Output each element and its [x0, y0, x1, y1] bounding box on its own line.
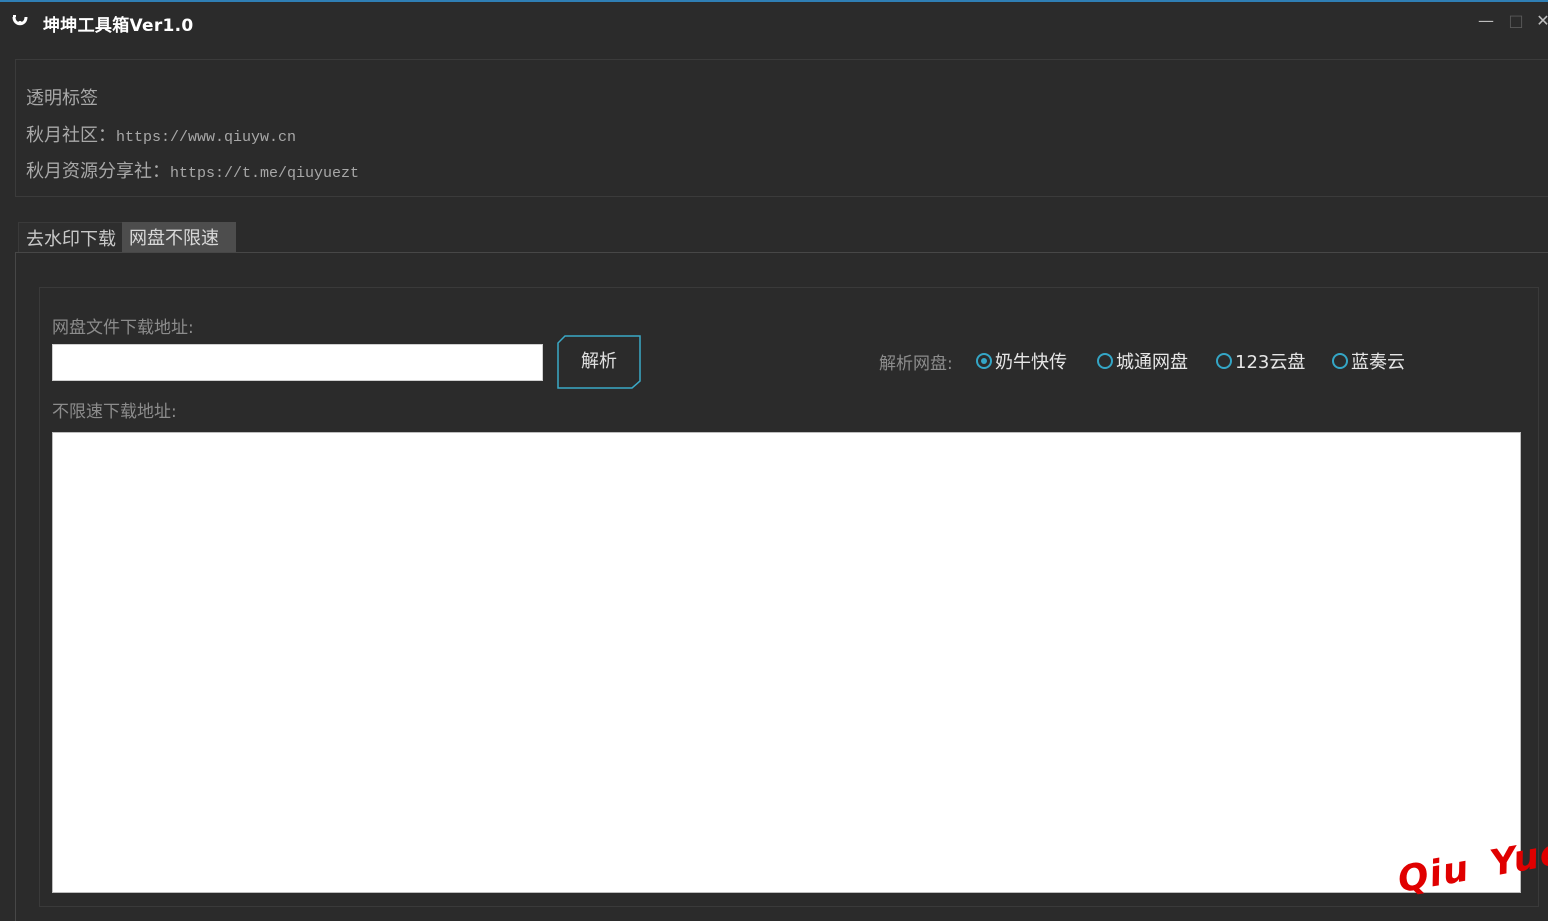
tab-netdisk-unlimited[interactable]: 网盘不限速: [122, 222, 236, 255]
radio-unchecked-icon: [1332, 353, 1348, 369]
title-bar[interactable]: 坤坤工具箱Ver1.0 — □ ✕: [0, 2, 1548, 42]
radio-123pan[interactable]: 123云盘: [1216, 348, 1305, 374]
url-label: 网盘文件下载地址:: [52, 318, 194, 338]
minimize-button[interactable]: —: [1475, 10, 1497, 32]
radio-label: 蓝奏云: [1351, 352, 1405, 373]
parse-button-label: 解析: [581, 351, 617, 372]
radio-nainiu[interactable]: 奶牛快传: [976, 348, 1067, 374]
url-input[interactable]: [52, 344, 543, 381]
tab-panel: 网盘文件下载地址: 解析 解析网盘: 奶牛快传 城通网盘 123云盘 蓝奏云 不…: [15, 252, 1548, 921]
close-button[interactable]: ✕: [1532, 10, 1548, 32]
info-line-community: 秋月社区：https://www.qiuyw.cn: [26, 121, 296, 147]
output-label: 不限速下载地址:: [52, 402, 177, 422]
community-label: 秋月社区：: [26, 125, 116, 146]
parse-button[interactable]: 解析: [557, 335, 641, 389]
app-window: 坤坤工具箱Ver1.0 — □ ✕ 透明标签 秋月社区：https://www.…: [0, 0, 1548, 921]
radio-label: 城通网盘: [1116, 352, 1188, 373]
window-title: 坤坤工具箱Ver1.0: [43, 16, 194, 36]
info-group: 透明标签 秋月社区：https://www.qiuyw.cn 秋月资源分享社：h…: [15, 59, 1548, 197]
netdisk-group: 网盘文件下载地址: 解析 解析网盘: 奶牛快传 城通网盘 123云盘 蓝奏云 不…: [39, 287, 1539, 907]
share-url: https://t.me/qiuyuezt: [170, 165, 360, 182]
output-textarea[interactable]: [52, 432, 1521, 893]
share-label: 秋月资源分享社：: [26, 161, 170, 182]
radio-label: 奶牛快传: [995, 352, 1067, 373]
tab-watermark-download[interactable]: 去水印下载: [18, 222, 122, 255]
info-line-title: 透明标签: [26, 88, 98, 109]
radio-unchecked-icon: [1097, 353, 1113, 369]
app-logo-icon: [12, 15, 28, 26]
radio-unchecked-icon: [1216, 353, 1232, 369]
radio-label: 123云盘: [1235, 352, 1306, 373]
radio-checked-icon: [976, 353, 992, 369]
radio-chengtong[interactable]: 城通网盘: [1097, 348, 1188, 374]
radio-lanzou[interactable]: 蓝奏云: [1332, 348, 1405, 374]
maximize-button[interactable]: □: [1505, 10, 1527, 32]
info-line-share: 秋月资源分享社：https://t.me/qiuyuezt: [26, 157, 359, 183]
disk-select-label: 解析网盘:: [879, 354, 953, 374]
community-url: https://www.qiuyw.cn: [116, 129, 297, 146]
